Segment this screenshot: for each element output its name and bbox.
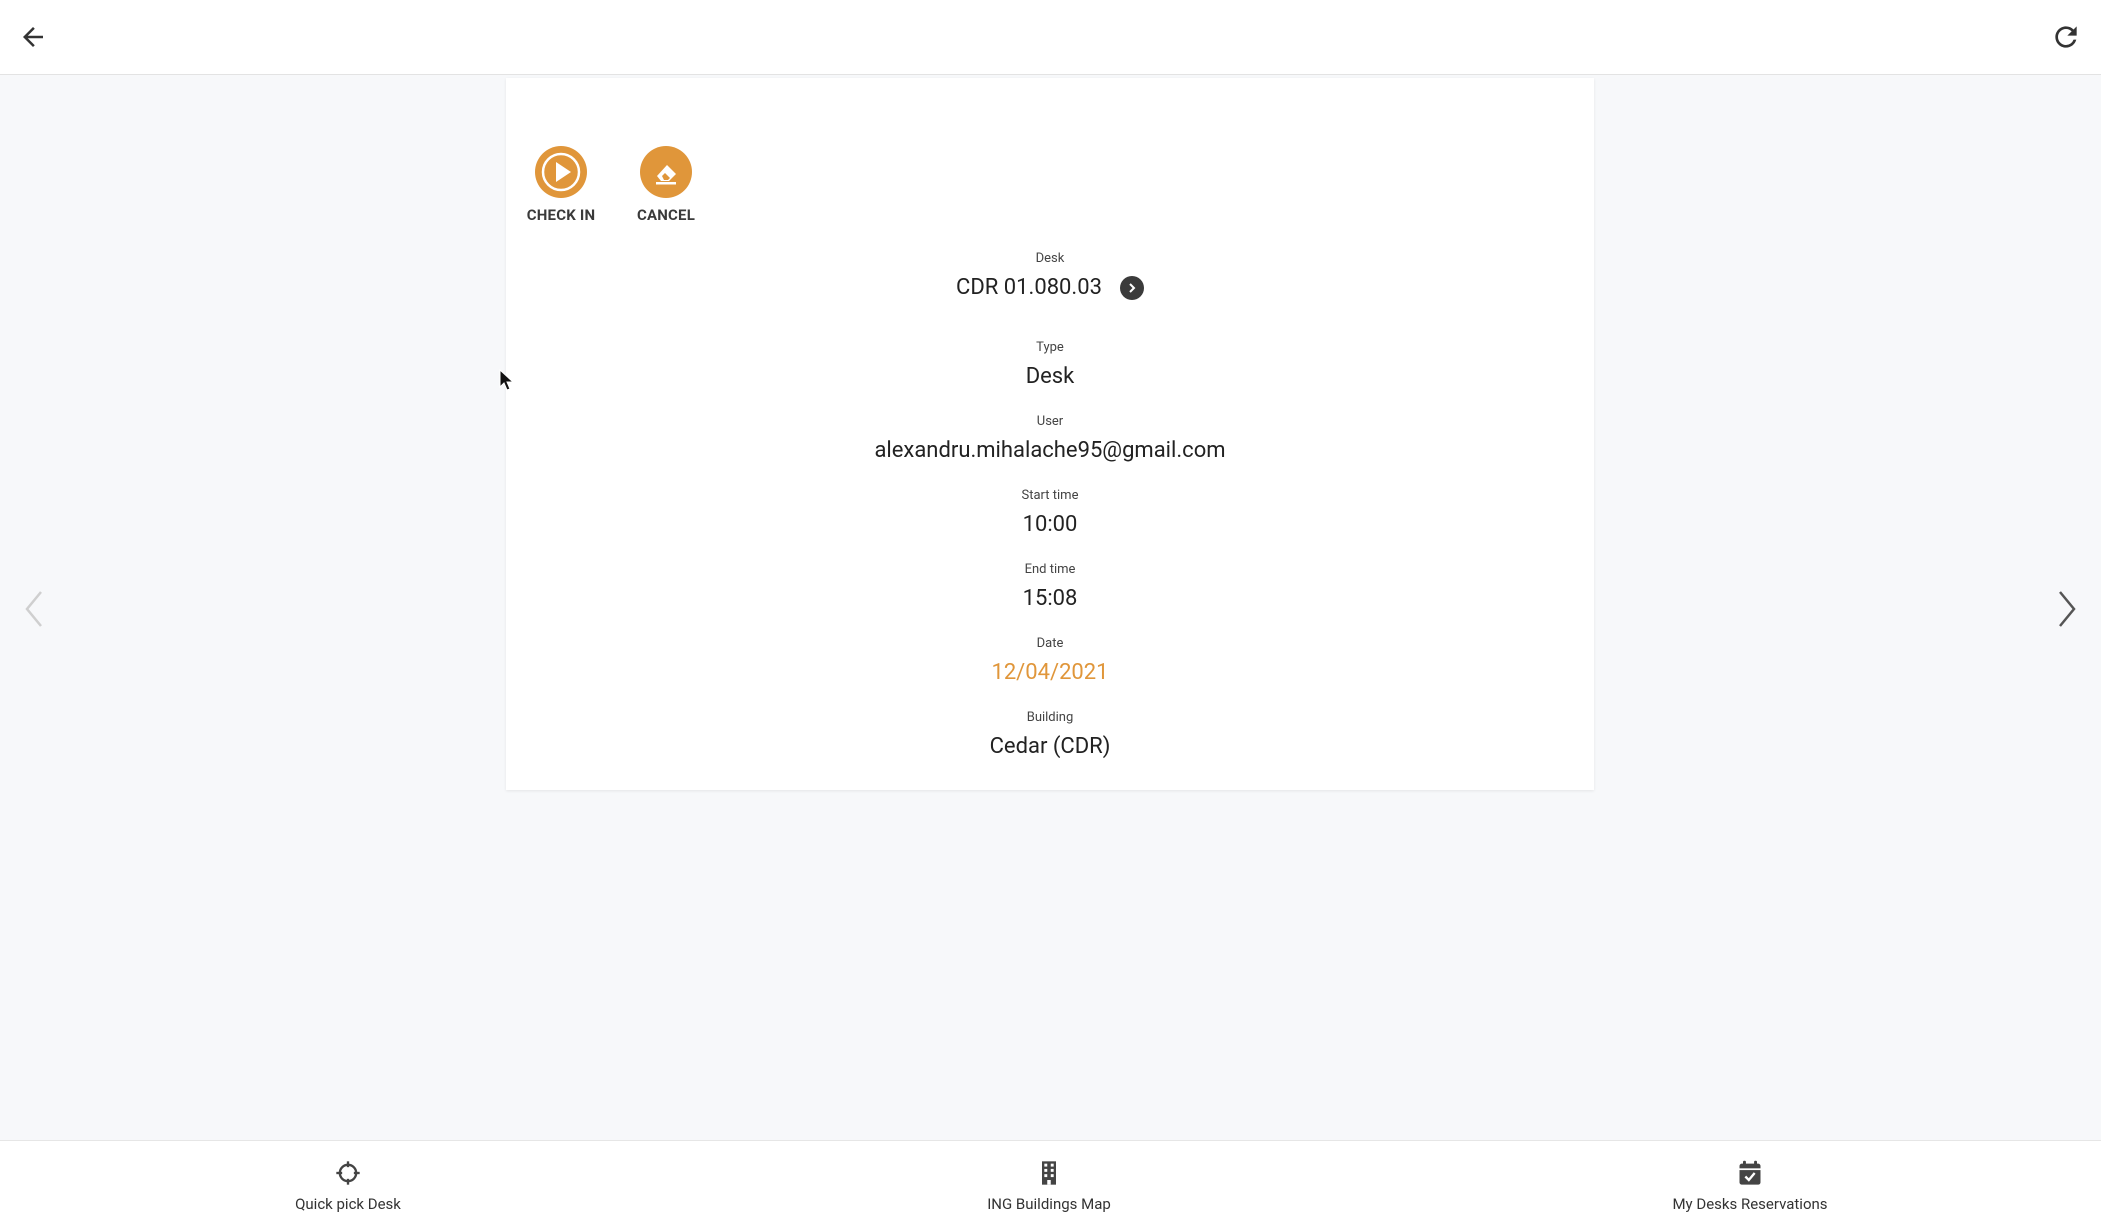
building-icon: [1042, 1161, 1056, 1185]
building-value: Cedar (CDR): [989, 734, 1111, 759]
building-field: Building Cedar (CDR): [506, 710, 1594, 762]
end-time-field: End time 15:08: [506, 562, 1594, 614]
chevron-left-icon: [25, 591, 42, 627]
arrow-left-icon: [23, 27, 43, 47]
building-label: Building: [1026, 710, 1074, 725]
top-app-bar: [0, 0, 2101, 75]
cancel-button[interactable]: CANCEL: [611, 146, 721, 224]
desk-value: CDR 01.080.03: [956, 275, 1102, 300]
check-in-button[interactable]: CHECK IN: [506, 146, 616, 224]
bottom-navigation: Quick pick Desk ING Buildings Map My Des…: [0, 1140, 2101, 1224]
desk-field: Desk CDR 01.080.03: [506, 251, 1594, 303]
user-label: User: [1036, 414, 1064, 429]
chevron-right-icon: [2059, 591, 2076, 627]
refresh-icon: [2055, 26, 2077, 48]
type-label: Type: [1036, 340, 1064, 355]
user-field: User alexandru.mihalache95@gmail.com: [506, 414, 1594, 466]
date-field: Date 12/04/2021: [506, 636, 1594, 688]
nav-my-reservations[interactable]: My Desks Reservations: [1620, 1159, 1880, 1213]
user-value: alexandru.mihalache95@gmail.com: [874, 438, 1226, 463]
desk-label: Desk: [1035, 251, 1065, 266]
nav-quick-pick-desk[interactable]: Quick pick Desk: [218, 1159, 478, 1213]
type-value: Desk: [1025, 364, 1075, 389]
check-in-label: CHECK IN: [526, 206, 596, 224]
back-button[interactable]: [10, 14, 56, 60]
nav-buildings-map[interactable]: ING Buildings Map: [919, 1159, 1179, 1213]
carousel-next-button[interactable]: [2047, 584, 2087, 634]
start-time-value: 10:00: [1022, 512, 1078, 537]
end-time-value: 15:08: [1022, 586, 1078, 611]
cancel-label: CANCEL: [636, 206, 696, 224]
nav-quick-pick-desk-label: Quick pick Desk: [295, 1195, 401, 1213]
date-value: 12/04/2021: [991, 660, 1109, 685]
type-field: Type Desk: [506, 340, 1594, 392]
play-icon: [535, 146, 587, 198]
start-time-label: Start time: [1021, 488, 1079, 503]
nav-buildings-map-label: ING Buildings Map: [987, 1195, 1111, 1213]
nav-my-reservations-label: My Desks Reservations: [1672, 1195, 1828, 1213]
mouse-pointer-icon: [499, 368, 515, 397]
carousel-prev-button[interactable]: [14, 584, 54, 634]
end-time-label: End time: [1024, 562, 1076, 577]
eraser-icon: [640, 146, 692, 198]
desk-details-button[interactable]: [1119, 276, 1144, 300]
start-time-field: Start time 10:00: [506, 488, 1594, 540]
refresh-button[interactable]: [2043, 14, 2089, 60]
date-label: Date: [1036, 636, 1064, 651]
chevron-right-icon: [1129, 283, 1136, 293]
reservation-card: CHECK IN CANCEL Desk CDR 01.080.03 Type …: [506, 78, 1594, 790]
calendar-check-icon: [1739, 1160, 1761, 1185]
crosshair-icon: [336, 1161, 360, 1185]
